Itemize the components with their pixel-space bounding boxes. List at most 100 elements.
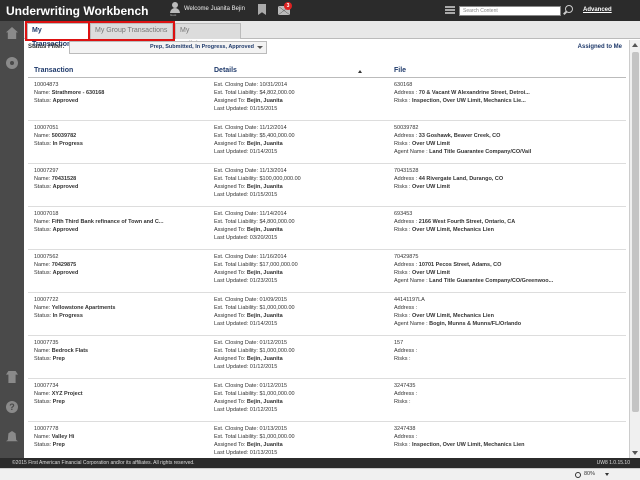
search-input[interactable]: Search Content <box>459 6 561 16</box>
cell-line: Est. Closing Date: 10/31/2014 <box>214 82 288 88</box>
table-row[interactable]: 10007297 Name: 70431528 Status: Approved Es… <box>28 164 626 207</box>
cell-line: 10007051 <box>34 125 59 131</box>
column-header-transaction[interactable]: Transaction <box>34 67 73 74</box>
zoom-level[interactable]: 80% <box>584 469 595 480</box>
cell-line: Est. Closing Date: 01/13/2015 <box>214 426 288 432</box>
column-header-details[interactable]: Details <box>214 67 237 74</box>
cell-line: Risks : <box>394 356 411 362</box>
cell-line: Last Updated: 01/13/2015 <box>214 450 278 456</box>
table-row[interactable]: 10007018 Name: Fifth Third Bank refinance… <box>28 207 626 250</box>
help-icon[interactable]: ? <box>6 401 18 413</box>
transaction-cell: 10007018 Name: Fifth Third Bank refinance… <box>34 210 209 234</box>
cell-line: Name: Strathmore - 630168 <box>34 90 105 96</box>
scrollbar[interactable] <box>629 40 640 458</box>
gear-icon[interactable] <box>6 57 18 69</box>
tab-my-collaborations[interactable]: My Collaborations <box>175 23 241 48</box>
cell-line: Name: Valley Hi <box>34 434 75 440</box>
cell-line: Est. Total Liability: $17,000,000.00 <box>214 262 298 268</box>
bell-icon[interactable] <box>6 431 18 442</box>
advanced-search-link[interactable]: Advanced <box>583 7 612 13</box>
user-info[interactable]: Gust Welcome Juanita Bejin <box>170 2 245 17</box>
cell-line: 10007735 <box>34 340 59 346</box>
zoom-icon[interactable] <box>575 472 581 478</box>
column-header-file[interactable]: File <box>394 67 406 74</box>
file-cell: 157 Address : Risks : <box>394 339 624 363</box>
welcome-text: Welcome Juanita Bejin <box>184 6 245 12</box>
search-icon[interactable] <box>565 5 573 13</box>
details-cell: Est. Closing Date: 11/13/2014 Est. Total … <box>214 167 389 199</box>
scroll-down-icon[interactable] <box>632 451 638 455</box>
app-title: Underwriting Workbench <box>6 3 149 18</box>
cell-line: Status: Prep <box>34 399 65 405</box>
status-filter-label: Status Filter: <box>28 44 65 50</box>
scroll-up-icon[interactable] <box>632 43 638 47</box>
file-cell: 3247435 Address : Risks : <box>394 382 624 406</box>
transaction-cell: 10007562 Name: 70429875 Status: Approved <box>34 253 209 277</box>
sort-asc-icon[interactable] <box>358 70 362 73</box>
details-cell: Est. Closing Date: 01/12/2015 Est. Total … <box>214 382 389 414</box>
cell-line: 10007018 <box>34 211 59 217</box>
transaction-cell: 10004873 Name: Strathmore - 630168 Status:… <box>34 81 209 105</box>
cell-line: Status: Approved <box>34 98 79 104</box>
details-cell: Est. Closing Date: 01/09/2015 Est. Total … <box>214 296 389 328</box>
menu-icon[interactable] <box>445 6 455 14</box>
cell-line: Est. Closing Date: 11/13/2014 <box>214 168 287 174</box>
footer: ©2015 First American Financial Corporati… <box>0 458 640 468</box>
bookmark-icon[interactable] <box>258 4 266 15</box>
cell-line: Risks : Over UW Limit <box>394 141 450 147</box>
table-row[interactable]: 10007735 Name: Bedrock Flats Status: Prep E… <box>28 336 626 379</box>
cell-line: Status: Approved <box>34 184 79 190</box>
transaction-cell: 10007778 Name: Valley Hi Status: Prep <box>34 425 209 449</box>
phone-icon[interactable] <box>6 371 18 383</box>
file-cell: 44141197LA Address : Risks : Over UW Limi… <box>394 296 624 328</box>
scroll-thumb[interactable] <box>632 52 639 412</box>
table-row[interactable]: 10007562 Name: 70429875 Status: Approved Es… <box>28 250 626 293</box>
cell-line: Assigned To: Bejin, Juanita <box>214 270 283 276</box>
cell-line: 630168 <box>394 82 413 88</box>
left-rail: ? <box>0 21 24 458</box>
cell-line: Name: Fifth Third Bank refinance of Town… <box>34 219 164 225</box>
cell-line: Risks : <box>394 399 411 405</box>
cell-line: Address : 10701 Pecos Street, Adams, CO <box>394 262 502 268</box>
cell-line: Name: Bedrock Flats <box>34 348 89 354</box>
status-filter-select[interactable]: Prep, Submitted, In Progress, Approved <box>69 41 267 54</box>
cell-line: 10007734 <box>34 383 59 389</box>
chevron-down-icon[interactable] <box>605 473 609 476</box>
details-cell: Est. Closing Date: 11/16/2014 Est. Total … <box>214 253 389 285</box>
tab-my-group-transactions[interactable]: My Group Transactions <box>88 21 175 41</box>
cell-line: Est. Total Liability: $4,800,000.00 <box>214 219 295 225</box>
tab-my-transactions[interactable]: My Transactions <box>25 21 91 48</box>
cell-line: Last Updated: 01/12/2015 <box>214 364 278 370</box>
transactions-table: 10004873 Name: Strathmore - 630168 Status:… <box>28 78 626 458</box>
assigned-to-me-link[interactable]: Assigned to Me <box>578 44 622 50</box>
table-row[interactable]: 10007051 Name: 50039782 Status: In Progres… <box>28 121 626 164</box>
cell-line: Est. Total Liability: $100,000,000.00 <box>214 176 301 182</box>
table-row[interactable]: 10007734 Name: XYZ Project Status: Prep Est… <box>28 379 626 422</box>
cell-line: Status: In Progress <box>34 313 83 319</box>
cell-line: Risks : Inspection, Over UW Limit, Mecha… <box>394 442 525 448</box>
cell-line: Address : 2166 West Fourth Street, Ontar… <box>394 219 516 225</box>
table-row[interactable]: 10004873 Name: Strathmore - 630168 Status:… <box>28 78 626 121</box>
details-cell: Est. Closing Date: 01/13/2015 Est. Total … <box>214 425 389 457</box>
cell-line: Address : <box>394 434 418 440</box>
table-row[interactable]: 10007778 Name: Valley Hi Status: Prep Est. … <box>28 422 626 458</box>
cell-line: Last Updated: 01/15/2015 <box>214 192 278 198</box>
cell-line: Est. Total Liability: $1,000,000.00 <box>214 305 295 311</box>
cell-line: Assigned To: Bejin, Juanita <box>214 313 283 319</box>
cell-line: Assigned To: Bejin, Juanita <box>214 141 283 147</box>
cell-line: Status: Approved <box>34 227 79 233</box>
table-row[interactable]: 10007722 Name: Yellowstone Apartments Stat… <box>28 293 626 336</box>
home-icon[interactable] <box>6 27 18 39</box>
cell-line: Assigned To: Bejin, Juanita <box>214 442 283 448</box>
cell-line: Risks : Over UW Limit, Mechanics Lien <box>394 227 494 233</box>
browser-status-bar: 80% <box>0 468 640 480</box>
cell-line: Est. Closing Date: 11/14/2014 <box>214 211 287 217</box>
file-cell: 50039782 Address : 33 Goshawk, Beaver Cre… <box>394 124 624 156</box>
cell-line: Name: XYZ Project <box>34 391 83 397</box>
cell-line: Name: Yellowstone Apartments <box>34 305 116 311</box>
cell-line: 50039782 <box>394 125 419 131</box>
cell-line: Est. Total Liability: $1,000,000.00 <box>214 348 295 354</box>
cell-line: Est. Total Liability: $4,802,000.00 <box>214 90 295 96</box>
cell-line: Name: 50039782 <box>34 133 77 139</box>
transaction-cell: 10007734 Name: XYZ Project Status: Prep <box>34 382 209 406</box>
